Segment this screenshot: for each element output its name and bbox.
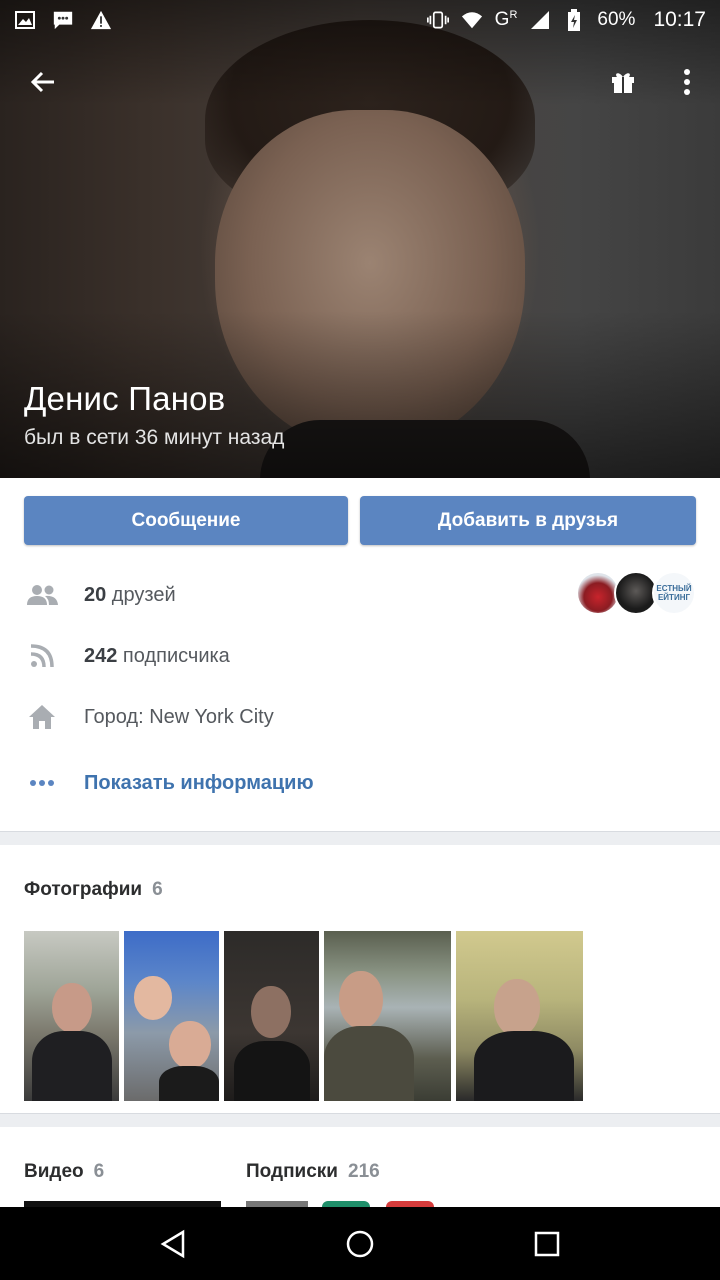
more-options-button[interactable] <box>663 58 711 106</box>
photos-count: 6 <box>152 879 163 900</box>
city-text: Город: New York City <box>84 705 274 728</box>
clock: 10:17 <box>653 8 706 31</box>
photo-thumbnail[interactable] <box>224 931 319 1101</box>
system-navigation-bar <box>0 1207 720 1280</box>
followers-row[interactable]: 242 подписчика <box>0 631 720 681</box>
battery-icon <box>563 9 585 31</box>
back-button[interactable] <box>19 58 67 106</box>
status-bar: GR 60% 10:17 <box>0 0 720 40</box>
message-icon <box>52 9 74 31</box>
photo-thumbnail[interactable] <box>324 931 451 1101</box>
gift-icon <box>612 73 634 93</box>
friends-count: 20 <box>84 583 107 606</box>
friends-label: друзей <box>106 583 176 606</box>
photos-title: Фотографии <box>24 879 143 900</box>
photo-thumbnail[interactable] <box>124 931 219 1101</box>
subscriptions-count: 216 <box>348 1161 380 1182</box>
wifi-icon <box>461 9 483 31</box>
image-icon <box>14 9 36 31</box>
message-button[interactable]: Сообщение <box>24 496 348 545</box>
home-icon <box>24 699 60 735</box>
photos-header[interactable]: Фотографии 6 <box>24 879 163 901</box>
add-friend-button[interactable]: Добавить в друзья <box>360 496 696 545</box>
vibrate-icon <box>426 9 449 31</box>
section-divider <box>0 831 720 845</box>
roaming-label: R <box>509 9 518 21</box>
profile-name: Денис Панов <box>24 380 226 417</box>
nav-recents-button[interactable] <box>517 1214 577 1274</box>
videos-header[interactable]: Видео 6 <box>24 1161 104 1183</box>
signal-icon <box>529 9 551 31</box>
rss-icon <box>24 638 60 674</box>
friend-avatar: ЕСТНЫЙ ЕЙТИНГ <box>652 571 696 615</box>
network-type: GR <box>495 9 518 31</box>
show-info-link[interactable]: Показать информацию <box>84 772 314 795</box>
battery-percent: 60% <box>597 9 636 30</box>
videos-title: Видео <box>24 1161 84 1182</box>
last-seen-status: был в сети 36 минут назад <box>24 426 285 449</box>
friends-icon <box>24 577 60 613</box>
square-recents-icon <box>534 1231 559 1256</box>
gift-button[interactable] <box>599 58 647 106</box>
nav-home-button[interactable] <box>330 1214 390 1274</box>
section-divider <box>0 1113 720 1127</box>
photo-thumbnail[interactable] <box>456 931 583 1101</box>
network-label: G <box>494 9 510 30</box>
more-horizontal-icon <box>24 765 60 801</box>
friend-avatar-text: ЕСТНЫЙ ЕЙТИНГ <box>656 584 692 602</box>
subscriptions-header[interactable]: Подписки 216 <box>246 1161 380 1183</box>
more-vertical-icon <box>684 69 690 95</box>
nav-back-button[interactable] <box>143 1214 203 1274</box>
videos-count: 6 <box>93 1161 105 1182</box>
followers-count: 242 <box>84 644 118 667</box>
followers-label: подписчика <box>117 644 230 667</box>
circle-home-icon <box>346 1230 374 1257</box>
subscriptions-title: Подписки <box>246 1161 338 1182</box>
photo-thumbnail[interactable] <box>24 931 119 1101</box>
warning-icon <box>90 9 112 31</box>
arrow-back-icon <box>30 71 54 93</box>
city-row: Город: New York City <box>0 692 720 742</box>
show-info-row[interactable]: Показать информацию <box>0 758 720 808</box>
friend-avatars[interactable]: ЕСТНЫЙ ЕЙТИНГ <box>576 571 696 615</box>
triangle-back-icon <box>160 1229 185 1258</box>
